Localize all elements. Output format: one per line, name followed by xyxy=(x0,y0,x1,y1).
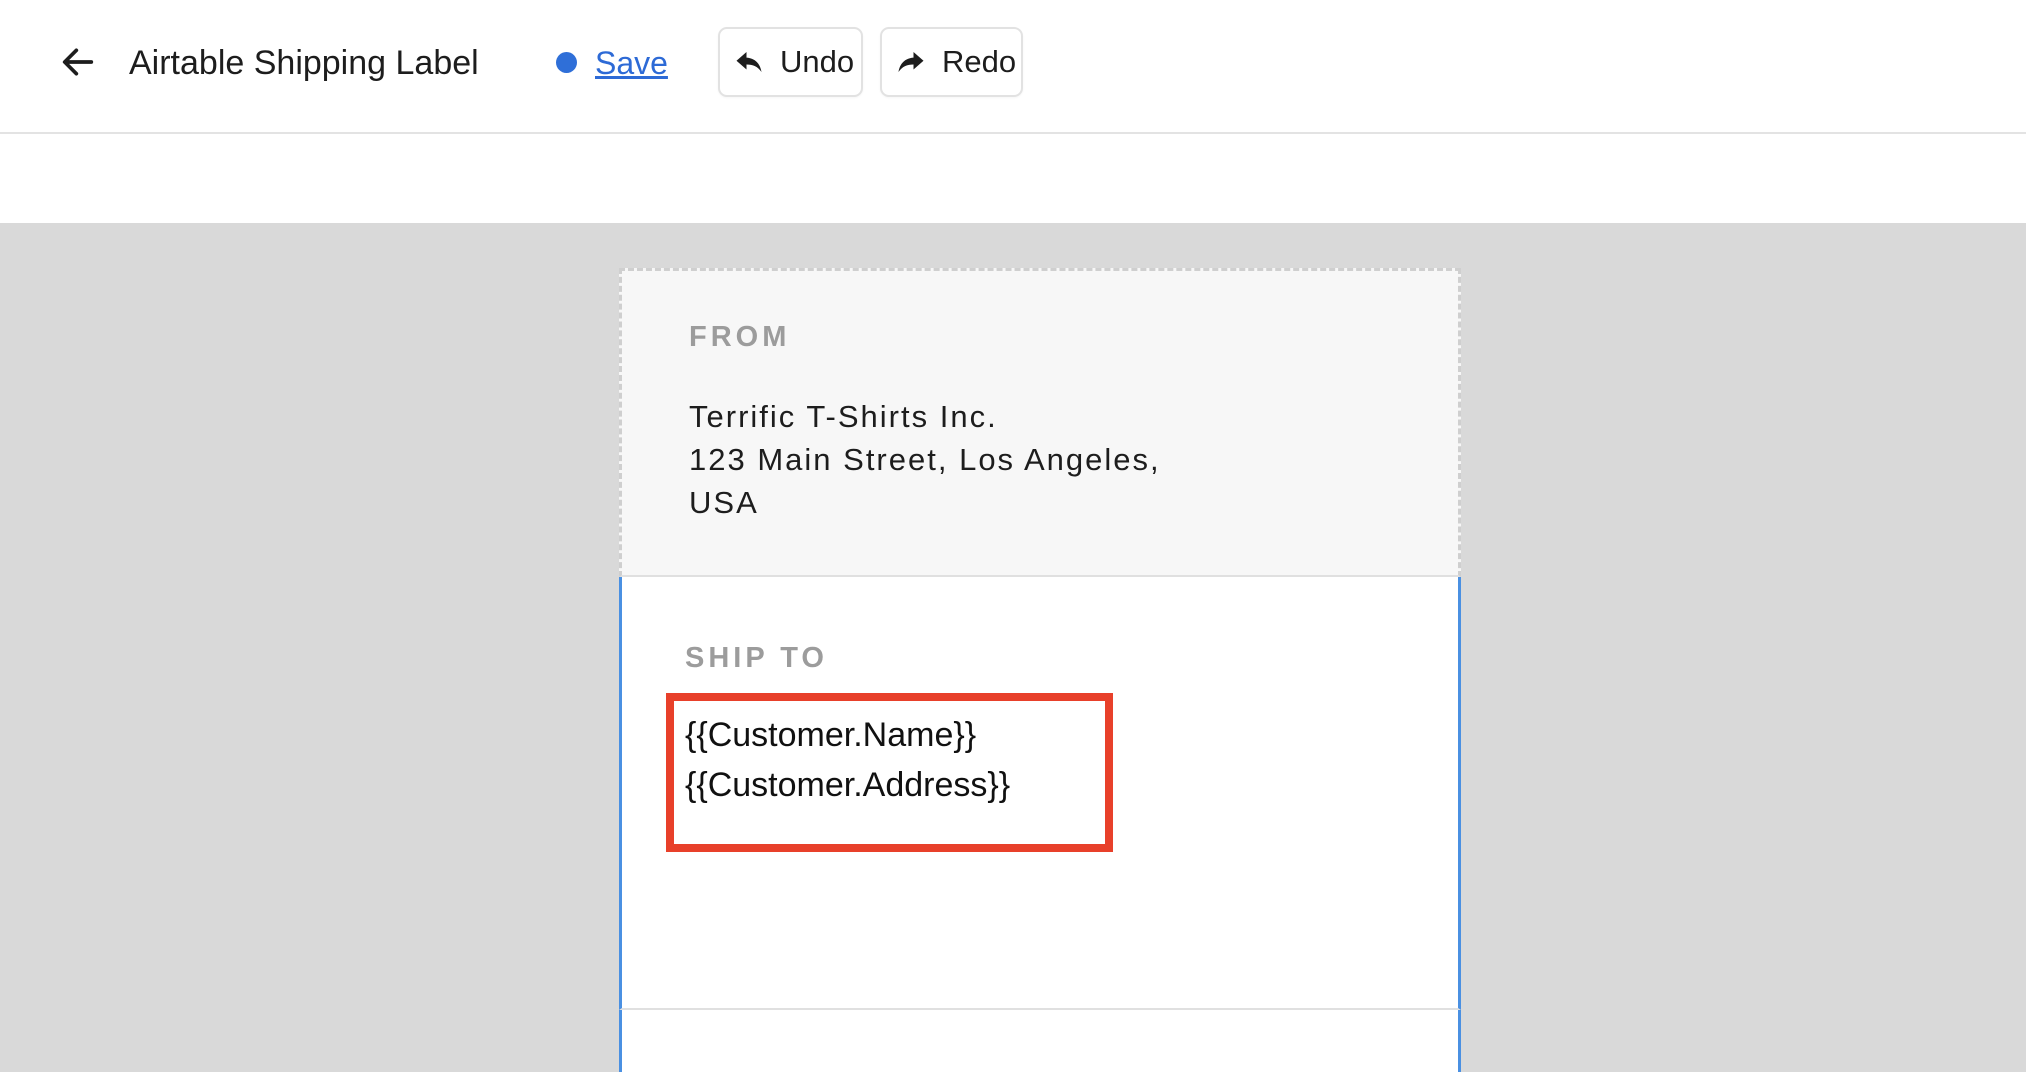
undo-label: Undo xyxy=(780,44,855,79)
top-bar: Airtable Shipping Label Save Undo Redo xyxy=(0,0,2026,134)
ship-to-heading: SHIP TO xyxy=(685,642,828,674)
back-button[interactable] xyxy=(54,38,102,86)
undo-arrow-icon xyxy=(736,52,762,72)
undo-button[interactable]: Undo xyxy=(718,27,863,97)
from-address: Terrific T-Shirts Inc. 123 Main Street, … xyxy=(689,395,1161,524)
redo-button[interactable]: Redo xyxy=(880,27,1023,97)
ship-to-line-1: {{Customer.Name}} xyxy=(685,716,977,754)
redo-arrow-icon xyxy=(898,52,924,72)
ship-to-section[interactable]: SHIP TO {{Customer.Name}} {{Customer.Add… xyxy=(619,577,1461,1010)
arrow-left-icon xyxy=(62,48,94,76)
from-line-1: Terrific T-Shirts Inc. xyxy=(689,399,998,434)
from-line-2: 123 Main Street, Los Angeles, xyxy=(689,442,1161,477)
ship-to-line-2: {{Customer.Address}} xyxy=(685,766,1011,804)
unsaved-status-dot xyxy=(556,52,577,73)
redo-label: Redo xyxy=(942,44,1017,79)
from-line-3: USA xyxy=(689,485,759,520)
page-title: Airtable Shipping Label xyxy=(129,44,479,82)
save-link[interactable]: Save xyxy=(595,40,668,86)
next-section[interactable] xyxy=(619,1010,1461,1072)
toolbar-strip xyxy=(0,136,2026,223)
from-section[interactable]: FROM Terrific T-Shirts Inc. 123 Main Str… xyxy=(619,268,1461,577)
from-heading: FROM xyxy=(689,321,791,353)
shipping-label-card: FROM Terrific T-Shirts Inc. 123 Main Str… xyxy=(619,268,1461,1072)
ship-to-address[interactable]: {{Customer.Name}} {{Customer.Address}} xyxy=(685,710,1010,810)
